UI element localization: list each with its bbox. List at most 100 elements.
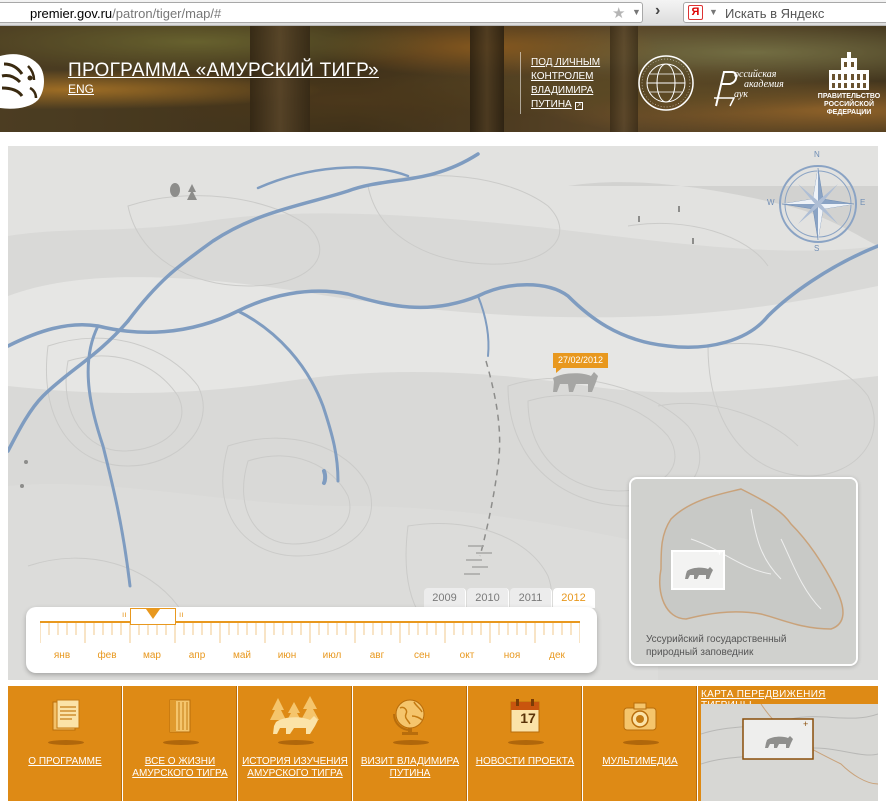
- inset-caption-line: Уссурийский государственный: [646, 634, 787, 645]
- external-link-icon: ↗: [574, 102, 583, 110]
- timeline-panel: ıı ıı янв фев мар апр май июн июл авг се…: [26, 607, 597, 673]
- camera-icon: [623, 702, 657, 731]
- bottom-navigation: О ПРОГРАММЕ ВСЕ О ЖИЗНИ АМУРСКОГО ТИГРА …: [8, 686, 878, 801]
- nav-label: НОВОСТИ ПРОЕКТА: [475, 756, 575, 767]
- map-land-lowland: [8, 146, 878, 251]
- timeline-ticks[interactable]: [40, 623, 580, 645]
- month-label[interactable]: июл: [310, 650, 354, 661]
- compass-s-label: S: [814, 244, 820, 253]
- month-label[interactable]: сен: [400, 650, 444, 661]
- calendar-day: 17: [520, 710, 536, 726]
- inset-caption-line: природный заповедник: [646, 647, 754, 658]
- nav-multimedia[interactable]: МУЛЬТИМЕДИА: [583, 686, 697, 801]
- forest-tiger-icon: [270, 696, 319, 734]
- month-label[interactable]: апр: [175, 650, 219, 661]
- nav-label: ИСТОРИЯ ИЗУЧЕНИЯ АМУРСКОГО ТИГРА: [242, 756, 348, 779]
- history-dropdown-icon[interactable]: ▼: [632, 7, 641, 17]
- control-line: ВЛАДИМИРА: [531, 85, 594, 96]
- ras-line: аук: [734, 89, 748, 100]
- ras-text: оссийская академия аук: [734, 70, 784, 100]
- icon-shadow: [623, 740, 659, 745]
- reserve-inset-map[interactable]: + Уссурийский государственный природный …: [629, 477, 858, 666]
- tiger-date-marker[interactable]: 27/02/2012: [553, 353, 609, 368]
- month-label[interactable]: дек: [535, 650, 579, 661]
- settlement-icon: [20, 484, 24, 488]
- compass-w-label: W: [767, 198, 775, 207]
- svg-text:+: +: [717, 548, 722, 558]
- government-logo[interactable]: ПРАВИТЕЛЬСТВО РОССИЙСКОЙ ФЕДЕРАЦИИ: [816, 52, 882, 117]
- nav-label: О ПРОГРАММЕ: [28, 756, 102, 767]
- month-label[interactable]: фев: [85, 650, 129, 661]
- control-line-text: ПУТИНА: [531, 99, 572, 110]
- control-line: ПОД ЛИЧНЫМ: [531, 57, 601, 68]
- month-label[interactable]: авг: [355, 650, 399, 661]
- year-tab-2010[interactable]: 2010: [467, 588, 509, 608]
- slider-arrow-icon: [146, 609, 160, 619]
- search-box[interactable]: Я ▼ Искать в Яндекс: [683, 2, 886, 23]
- tree-icon: [170, 183, 180, 197]
- icon-shadow: [163, 740, 199, 745]
- nav-putin-visit[interactable]: ВИЗИТ ВЛАДИМИРА ПУТИНА: [353, 686, 467, 801]
- month-label[interactable]: июн: [265, 650, 309, 661]
- month-label[interactable]: окт: [445, 650, 489, 661]
- bookmark-star-icon[interactable]: ★: [612, 4, 625, 22]
- nav-label: ВИЗИТ ВЛАДИМИРА ПУТИНА: [360, 756, 460, 779]
- icon-shadow: [393, 740, 429, 745]
- nav-label: ВСЕ О ЖИЗНИ АМУРСКОГО ТИГРА: [132, 756, 228, 779]
- nav-map-thumbnail-canvas: +: [701, 704, 878, 785]
- search-engine-dropdown-icon[interactable]: ▼: [709, 7, 718, 17]
- language-link-eng[interactable]: ENG: [68, 82, 94, 96]
- tiger-logo-icon[interactable]: [0, 50, 46, 112]
- nav-map-thumbnail[interactable]: +: [701, 704, 878, 801]
- timeline-thumb-left-grip-icon[interactable]: ıı: [122, 610, 126, 619]
- year-tab-2011[interactable]: 2011: [510, 588, 552, 608]
- yandex-icon: Я: [688, 5, 703, 20]
- compass-rose-icon: [779, 165, 857, 243]
- url-path: /patron/tiger/map/#: [112, 6, 222, 21]
- government-text: ПРАВИТЕЛЬСТВО РОССИЙСКОЙ ФЕДЕРАЦИИ: [816, 93, 882, 117]
- nav-tigress-movement-map[interactable]: КАРТА ПЕРЕДВИЖЕНИЯ ТИГРИЦЫ +: [698, 686, 878, 801]
- compass-e-label: E: [860, 198, 866, 207]
- go-arrow-icon[interactable]: ›: [655, 2, 660, 20]
- svg-text:+: +: [803, 719, 808, 729]
- year-tab-2009[interactable]: 2009: [424, 588, 466, 608]
- month-label[interactable]: май: [220, 650, 264, 661]
- putin-control-link[interactable]: ПОД ЛИЧНЫМ КОНТРОЛЕМ ВЛАДИМИРА ПУТИНА ↗: [531, 56, 611, 112]
- inset-caption: Уссурийский государственный природный за…: [646, 633, 786, 659]
- book-icon: [169, 699, 191, 733]
- date-marker-pointer: [556, 368, 562, 373]
- month-label[interactable]: мар: [130, 650, 174, 661]
- marsh-icon: [678, 206, 680, 212]
- icon-shadow: [508, 740, 544, 745]
- government-building-icon: [829, 52, 869, 90]
- gov-line: ПРАВИТЕЛЬСТВО: [817, 93, 881, 100]
- timeline-months: янв фев мар апр май июн июл авг сен окт …: [40, 650, 580, 664]
- browser-toolbar: premier.gov.ru/patron/tiger/map/# ★ ▼ › …: [0, 0, 886, 26]
- page: premier.gov.ru/patron/tiger/map/# ★ ▼ › …: [0, 0, 886, 801]
- address-bar[interactable]: premier.gov.ru/patron/tiger/map/# ★ ▼: [0, 2, 643, 23]
- month-label[interactable]: янв: [40, 650, 84, 661]
- header-divider: [520, 52, 521, 114]
- document-icon: [52, 699, 80, 731]
- nav-about-program[interactable]: О ПРОГРАММЕ: [8, 686, 122, 801]
- control-line: КОНТРОЛЕМ: [531, 71, 594, 82]
- ras-logo[interactable]: оссийская академия аук: [712, 68, 808, 108]
- river-spring: [322, 469, 328, 485]
- rgs-globe-logo-icon[interactable]: [637, 54, 695, 112]
- marsh-icon: [638, 216, 640, 222]
- nav-label: МУЛЬТИМЕДИА: [602, 756, 678, 767]
- year-tab-2012[interactable]: 2012: [553, 588, 595, 608]
- nav-tiger-life[interactable]: ВСЕ О ЖИЗНИ АМУРСКОГО ТИГРА: [123, 686, 237, 801]
- compass-n-label: N: [814, 150, 820, 159]
- control-line: ПУТИНА ↗: [531, 98, 611, 112]
- program-title-link[interactable]: ПРОГРАММА «АМУРСКИЙ ТИГР»: [68, 60, 379, 82]
- timeline-thumb-right-grip-icon[interactable]: ıı: [179, 610, 183, 619]
- gov-line: РОССИЙСКОЙ: [824, 101, 874, 108]
- search-placeholder: Искать в Яндекс: [725, 6, 825, 21]
- settlement-icon: [24, 460, 28, 464]
- month-label[interactable]: ноя: [490, 650, 534, 661]
- nav-project-news[interactable]: 17 НОВОСТИ ПРОЕКТА: [468, 686, 582, 801]
- site-header: ПРОГРАММА «АМУРСКИЙ ТИГР» ENG ПОД ЛИЧНЫМ…: [0, 26, 886, 132]
- timeline-slider-thumb[interactable]: [130, 608, 176, 625]
- nav-study-history[interactable]: ИСТОРИЯ ИЗУЧЕНИЯ АМУРСКОГО ТИГРА: [238, 686, 352, 801]
